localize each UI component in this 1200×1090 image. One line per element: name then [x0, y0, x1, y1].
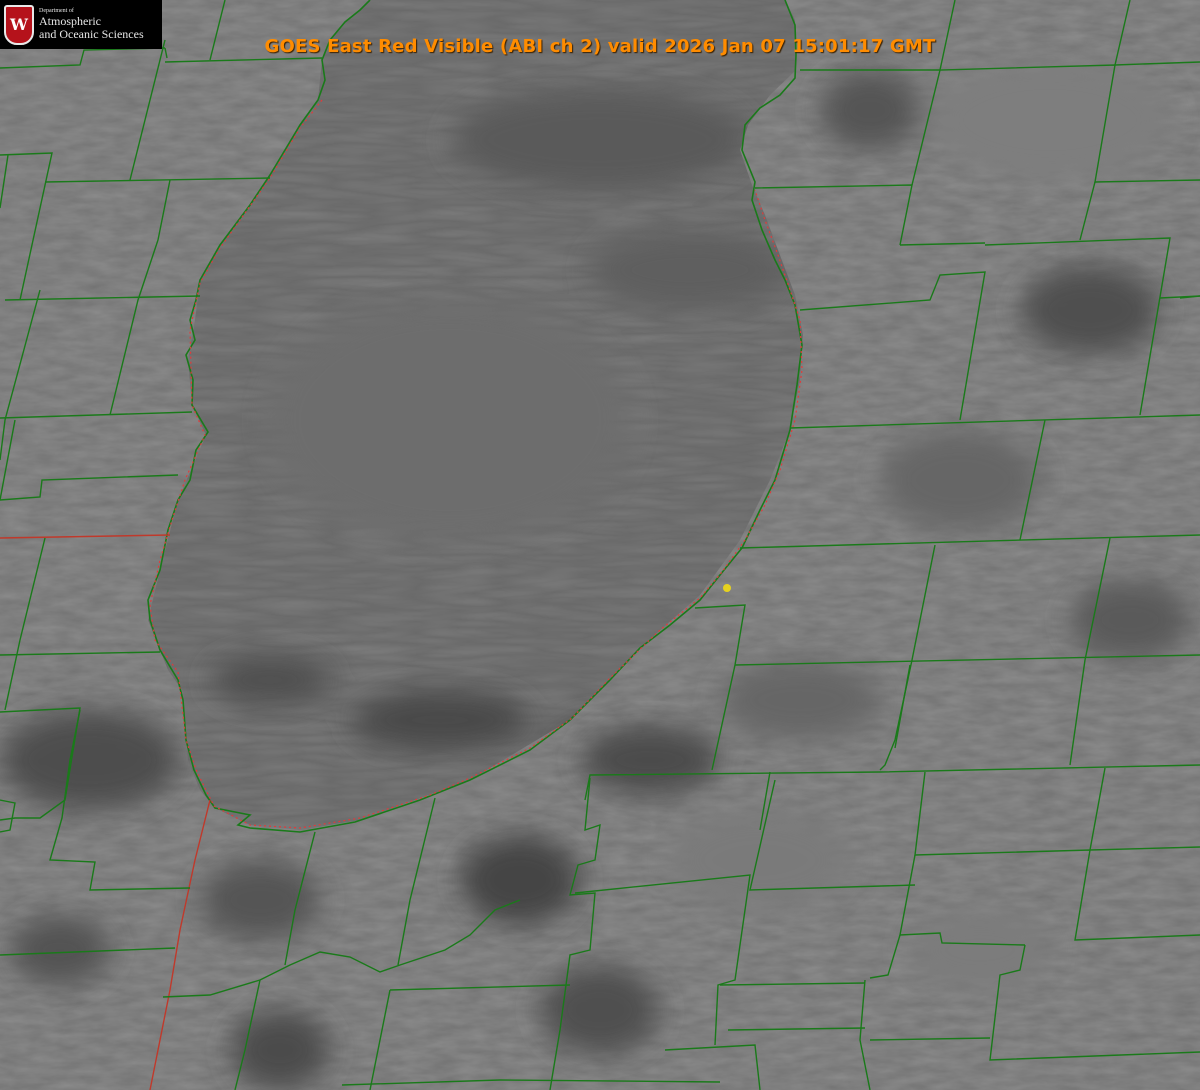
crest-letter: W [10, 14, 28, 34]
satellite-map [0, 0, 1200, 1090]
satellite-image-viewer: W Department of Atmospheric and Oceanic … [0, 0, 1200, 1090]
image-title: GOES East Red Visible (ABI ch 2) valid 2… [264, 36, 936, 57]
station-marker [723, 584, 731, 592]
